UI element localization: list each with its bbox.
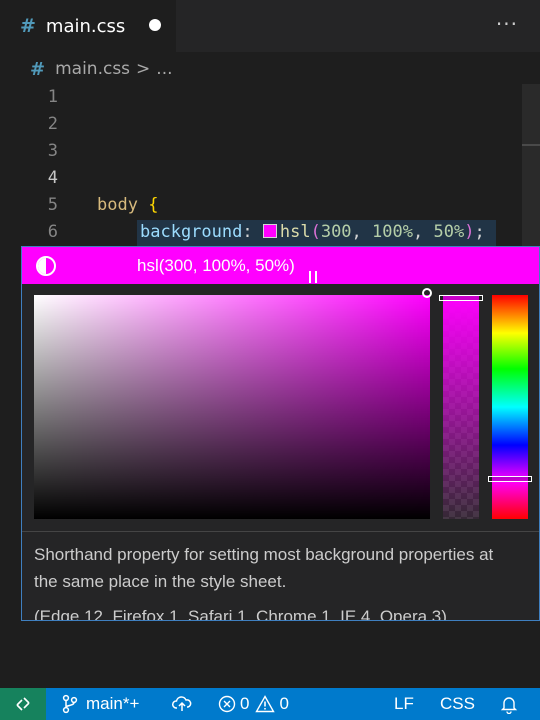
sync-icon[interactable]	[172, 688, 192, 720]
hover-divider	[22, 531, 539, 532]
comma: ,	[351, 222, 362, 242]
error-count: 0	[240, 694, 250, 713]
color-picker-header[interactable]: hsl(300, 100%, 50%)	[22, 247, 539, 284]
css-hash-icon: #	[30, 58, 46, 80]
css-property: background	[140, 222, 243, 242]
remote-icon[interactable]	[0, 688, 46, 720]
bell-icon[interactable]	[500, 688, 518, 720]
paren-close: )	[464, 222, 475, 242]
css-selector: body	[97, 195, 138, 215]
opacity-slider-thumb[interactable]	[439, 295, 483, 301]
arg-hue: 300	[320, 222, 352, 242]
saturation-lightness-box[interactable]	[34, 295, 430, 519]
more-actions-icon[interactable]: ···	[496, 12, 518, 36]
css-hash-icon: #	[20, 15, 36, 37]
color-presentation-label[interactable]: hsl(300, 100%, 50%)	[137, 256, 295, 276]
error-icon	[218, 695, 236, 713]
unsaved-dot-icon[interactable]	[149, 19, 161, 31]
branch-icon	[62, 694, 78, 714]
mouse-cursor-icon	[309, 271, 317, 283]
tab-title: main.css	[45, 15, 126, 37]
breadcrumb-separator: >	[136, 59, 151, 79]
line-number: 1	[47, 87, 58, 107]
branch-name: main*+	[86, 694, 140, 713]
arg-lightness: 50%	[433, 222, 465, 242]
breadcrumb-symbol[interactable]: ...	[156, 59, 172, 79]
eol-status[interactable]: LF	[394, 688, 414, 720]
arg-saturation: 100%	[372, 222, 413, 242]
warning-icon	[255, 695, 276, 713]
breadcrumb: # main.css > ...	[30, 56, 173, 82]
property-description: Shorthand property for setting most back…	[34, 545, 494, 591]
browser-compatibility: (Edge 12, Firefox 1, Safari 1, Chrome 1,…	[34, 607, 447, 621]
branch-status[interactable]: main*+	[62, 688, 139, 720]
semicolon: ;	[474, 222, 485, 242]
code-line-5[interactable]: body {	[97, 195, 158, 215]
line-number: 6	[47, 222, 58, 242]
language-mode[interactable]: CSS	[440, 688, 475, 720]
color-swatch-icon[interactable]	[262, 224, 277, 238]
breadcrumb-file[interactable]: main.css	[55, 59, 130, 79]
line-number: 3	[47, 141, 58, 161]
tab-bar: # main.css ···	[0, 0, 540, 52]
line-number-active: 4	[47, 168, 58, 188]
hue-slider-thumb[interactable]	[488, 476, 532, 482]
tab-main-css[interactable]: # main.css	[0, 0, 176, 52]
comma: ,	[413, 222, 424, 242]
original-color-icon[interactable]	[36, 256, 56, 276]
css-function: hsl	[279, 222, 311, 242]
status-bar: main*+ 0 0 LF CSS	[0, 688, 540, 720]
hover-widget: hsl(300, 100%, 50%) Shorthand property f…	[21, 246, 540, 621]
line-number: 5	[47, 195, 58, 215]
warning-count: 0	[279, 694, 289, 713]
hue-strip[interactable]	[492, 295, 528, 519]
problems-status[interactable]: 0 0	[218, 688, 289, 720]
paren-open: (	[310, 222, 321, 242]
saturation-thumb[interactable]	[422, 288, 432, 298]
code-line-6[interactable]: background: hsl(300, 100%, 50%);	[140, 222, 485, 242]
opacity-strip[interactable]	[443, 295, 479, 519]
open-brace: {	[148, 195, 159, 215]
line-number: 2	[47, 114, 58, 134]
colon: :	[242, 222, 253, 242]
scrollbar-cursor-marker	[522, 144, 540, 146]
